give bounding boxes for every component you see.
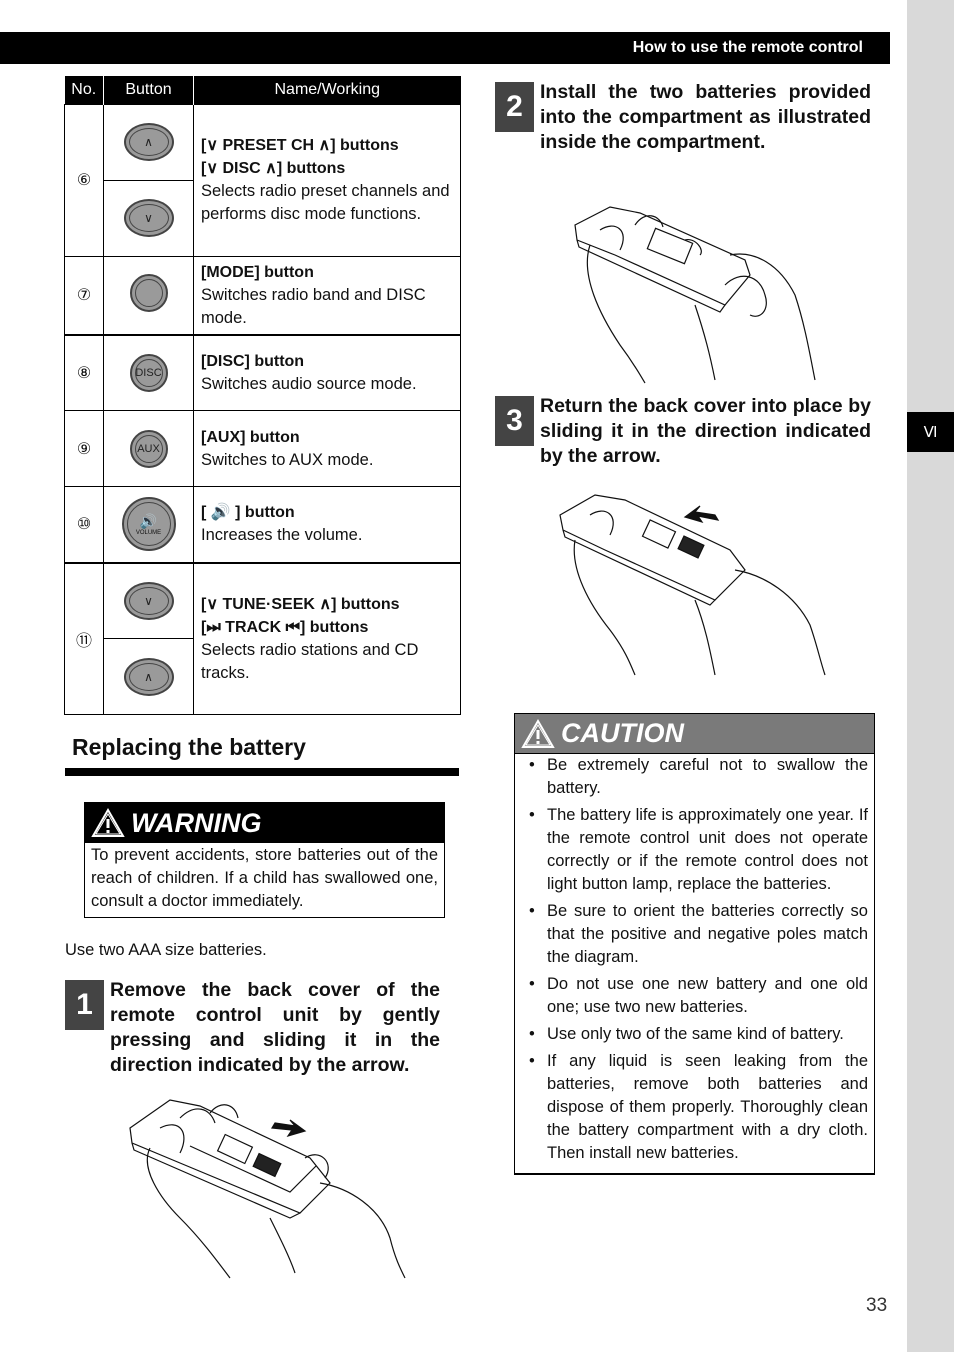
column-header-no: No. xyxy=(64,76,104,104)
description-cell: [AUX] button Switches to AUX mode. xyxy=(193,410,461,487)
button-description: Increases the volume. xyxy=(201,526,363,545)
step-number: 3 xyxy=(495,396,534,446)
warning-header: WARNING xyxy=(85,803,444,843)
speaker-icon: 🔊 xyxy=(139,512,158,529)
section-title: Replacing the battery xyxy=(72,734,306,760)
warning-triangle-icon xyxy=(91,808,125,837)
preset-up-button-illustration: ∧ xyxy=(123,123,174,161)
remove-cover-illustration xyxy=(120,1088,410,1283)
button-cell: ∧ xyxy=(103,638,194,715)
preset-down-button-illustration: ∨ xyxy=(123,199,174,237)
step-2: 2 Install the two batteries provided int… xyxy=(495,81,871,155)
caution-item: If any liquid is seen leaking from the b… xyxy=(527,1050,868,1165)
caution-title: CAUTION xyxy=(561,718,684,748)
row-number: ⑪ xyxy=(64,561,104,715)
caution-box: CAUTION Be extremely careful not to swal… xyxy=(514,713,875,1175)
column-header-name-working: Name/Working xyxy=(193,76,461,104)
table-row: ⑥ ∧ [∨ PRESET CH ∧] buttons [∨ DISC ∧] b… xyxy=(64,103,461,257)
row-number: ⑨ xyxy=(64,410,104,487)
row-number: ⑥ xyxy=(64,103,104,257)
table-row: ⑪ ∨ [∨ TUNE·SEEK ∧] buttons [⏭ TRACK ⏮] … xyxy=(64,561,461,715)
install-batteries-illustration xyxy=(565,195,825,385)
button-cell: AUX xyxy=(103,410,194,487)
button-name: [⏭ TRACK ⏮] buttons xyxy=(201,618,369,636)
chapter-tab: Ⅵ xyxy=(907,412,954,452)
description-cell: [ 🔊 ] button Increases the volume. xyxy=(193,486,461,563)
button-description: Switches to AUX mode. xyxy=(201,450,374,469)
tune-down-button-illustration: ∨ xyxy=(123,581,174,620)
chevron-up-icon: ∧ xyxy=(144,669,153,684)
row-number: ⑩ xyxy=(64,486,104,563)
button-name: [ 🔊 ] button xyxy=(201,504,295,522)
table-row: ⑦ [MODE] button Switches radio band and … xyxy=(64,255,461,335)
caution-header: CAUTION xyxy=(515,714,874,754)
button-name: [AUX] button xyxy=(201,428,300,446)
table-row: ⑧ DISC [DISC] button Switches audio sour… xyxy=(64,333,461,411)
disc-button-illustration: DISC xyxy=(129,353,168,392)
chevron-up-icon: ∧ xyxy=(144,135,153,149)
warning-title: WARNING xyxy=(131,807,262,838)
column-header-button: Button xyxy=(103,76,194,104)
description-cell: [∨ PRESET CH ∧] buttons [∨ DISC ∧] butto… xyxy=(193,103,461,257)
tune-up-button-illustration: ∧ xyxy=(123,657,174,696)
button-name: [DISC] button xyxy=(201,352,305,370)
chevron-down-icon: ∨ xyxy=(144,211,153,225)
button-description: Switches radio band and DISC mode. xyxy=(201,285,426,327)
caution-triangle-icon xyxy=(521,718,555,748)
warning-box: WARNING To prevent accidents, store batt… xyxy=(84,802,445,918)
header-title: How to use the remote control xyxy=(632,39,863,56)
aux-label: AUX xyxy=(137,442,160,455)
caution-item: Use only two of the same kind of battery… xyxy=(527,1023,868,1046)
button-name: [∨ DISC ∧] buttons xyxy=(201,160,346,177)
button-name: [∨ PRESET CH ∧] buttons xyxy=(201,137,399,154)
row-number: ⑧ xyxy=(64,333,104,411)
page-header: How to use the remote control xyxy=(0,32,890,64)
page-number: 33 xyxy=(866,1295,888,1316)
button-cell: ∨ xyxy=(103,179,194,257)
table-header-row: No. Button Name/Working xyxy=(64,76,461,104)
caution-item: Do not use one new battery and one old o… xyxy=(527,973,868,1019)
button-description: Switches audio source mode. xyxy=(201,374,417,393)
button-cell: ∨ xyxy=(103,561,194,639)
side-tab-strip xyxy=(907,0,954,1352)
return-cover-illustration xyxy=(555,485,830,680)
battery-type-note: Use two AAA size batteries. xyxy=(65,941,267,959)
description-cell: [∨ TUNE·SEEK ∧] buttons [⏭ TRACK ⏮] butt… xyxy=(193,561,461,715)
caution-item: The battery life is approximately one ye… xyxy=(527,804,868,896)
button-description: Selects radio preset channels and perfor… xyxy=(201,182,450,223)
button-cell: DISC xyxy=(103,333,194,411)
step-1: 1 Remove the back cover of the remote co… xyxy=(65,979,440,1078)
button-name: [MODE] button xyxy=(201,263,314,281)
warning-text: To prevent accidents, store batteries ou… xyxy=(91,846,438,910)
button-cell: ∧ xyxy=(103,103,194,181)
row-number: ⑦ xyxy=(64,255,104,335)
step-number: 2 xyxy=(495,82,534,132)
button-cell xyxy=(103,255,194,335)
section-divider xyxy=(65,768,459,776)
step-number: 1 xyxy=(65,980,104,1030)
disc-label: DISC xyxy=(135,366,162,379)
step-3: 3 Return the back cover into place by sl… xyxy=(495,395,871,469)
description-cell: [MODE] button Switches radio band and DI… xyxy=(193,255,461,335)
caution-item: Be extremely careful not to swallow the … xyxy=(527,754,868,800)
step-text: Return the back cover into place by slid… xyxy=(540,395,871,467)
description-cell: [DISC] button Switches audio source mode… xyxy=(193,333,461,411)
caution-list: Be extremely careful not to swallow the … xyxy=(515,754,874,1173)
table-row: ⑩ 🔊 VOLUME [ 🔊 ] button Increases the vo… xyxy=(64,486,461,563)
chevron-down-icon: ∨ xyxy=(144,593,153,608)
caution-item: Be sure to orient the batteries correctl… xyxy=(527,900,868,969)
step-text: Remove the back cover of the remote cont… xyxy=(110,979,440,1076)
volume-label: VOLUME xyxy=(135,529,162,536)
step-text: Install the two batteries provided into … xyxy=(540,81,871,153)
aux-button-illustration: AUX xyxy=(129,429,168,468)
button-table: No. Button Name/Working ⑥ ∧ [∨ PRESET CH… xyxy=(64,76,461,715)
button-name: [∨ TUNE·SEEK ∧] buttons xyxy=(201,595,400,613)
table-row: ⑨ AUX [AUX] button Switches to AUX mode. xyxy=(64,410,461,487)
button-description: Selects radio stations and CD tracks. xyxy=(201,640,419,682)
button-cell: 🔊 VOLUME xyxy=(103,486,194,563)
mode-button-illustration xyxy=(129,273,168,312)
volume-button-illustration: 🔊 VOLUME xyxy=(121,497,176,552)
